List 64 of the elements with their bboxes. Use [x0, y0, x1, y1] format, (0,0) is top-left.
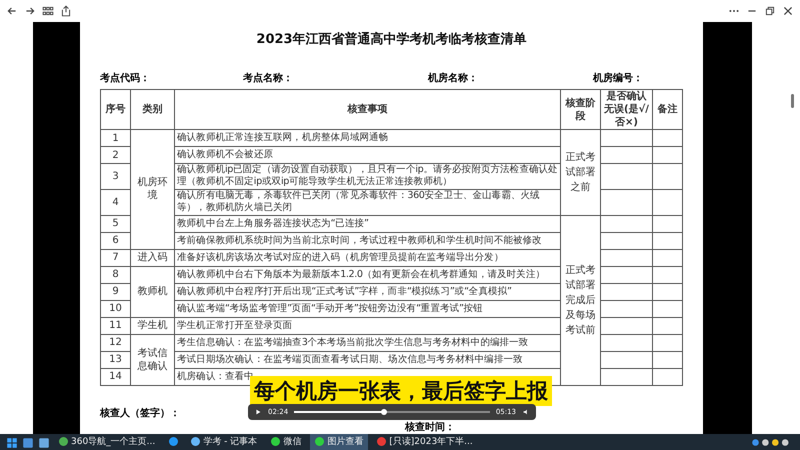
taskbar-app[interactable]: 图片查看: [310, 434, 368, 450]
time-label: 核查时间：: [405, 420, 455, 434]
table-cell: 10: [100, 300, 130, 318]
table-cell: 考试信息确认: [130, 334, 174, 386]
column-header: 核查事项: [174, 90, 560, 130]
back-icon[interactable]: [6, 5, 18, 17]
forward-icon[interactable]: [24, 5, 36, 17]
restore-icon[interactable]: [764, 5, 776, 17]
column-header: 备注: [652, 90, 682, 130]
form-label: 考点名称：: [243, 72, 294, 85]
document-title: 2023年江西省普通高中学考机考临考核查清单: [256, 30, 527, 48]
table-cell: 8: [100, 266, 130, 284]
table-cell: 确认教师机中台程序打开后出现“正式考试”字样，而非“模拟练习”或“全真模拟”: [174, 283, 560, 300]
column-header: 核查阶段: [560, 90, 600, 130]
start-icon[interactable]: [6, 436, 18, 449]
table-cell: 正式考试部署完成后及每场考试前: [560, 215, 600, 386]
table-cell: 1: [100, 130, 130, 146]
taskbar-app[interactable]: [只读]2023年下半...: [372, 434, 478, 450]
taskbar-app[interactable]: 学考 - 记事本: [186, 434, 262, 450]
export-icon[interactable]: [60, 5, 72, 17]
grid-icon[interactable]: [42, 5, 54, 17]
table-cell: 2: [100, 146, 130, 164]
table-cell: 学生机正常打开至登录页面: [174, 317, 560, 334]
close-icon[interactable]: [782, 5, 794, 17]
table-cell: 6: [100, 232, 130, 250]
play-icon[interactable]: [254, 408, 262, 416]
table-cell: 确认教师机ip已固定（请勿设置自动获取），且只有一个ip。请务必按附页方法检查确认处理（教师机不固定ip或双ip可能导致学生机无法正常连接教师机）: [174, 164, 560, 190]
column-header: 序号: [100, 90, 130, 130]
table-cell: 11: [100, 317, 130, 334]
taskbar-app[interactable]: 360导航_一个主页...: [54, 434, 160, 450]
column-header: 类别: [130, 90, 174, 130]
table-cell: 13: [100, 351, 130, 368]
table-cell: 确认所有电脑无毒，杀毒软件已关闭（常见杀毒软件：360安全卫士、金山毒霸、火绒等），教师机防火墙已关闭: [174, 189, 560, 216]
table-cell: 7: [100, 249, 130, 266]
table-cell: 考试日期场次确认：在监考端页面查看考试日期、场次信息与考务材料中编排一致: [174, 351, 560, 368]
table-cell: 12: [100, 334, 130, 352]
table-cell: 教师机: [130, 266, 174, 318]
table-cell: 准备好该机房该场次考试对应的进入码（机房管理员提前在监考端导出分发）: [174, 249, 560, 266]
table-cell: 5: [100, 215, 130, 232]
form-label: 机房名称：: [428, 71, 479, 85]
table-cell: 正式考试部署之前: [560, 130, 600, 216]
table-cell: 学生机: [130, 317, 174, 334]
table-cell: 教师机中台左上角服务器连接状态为“已连接”: [174, 215, 560, 232]
table-cell: 14: [100, 368, 130, 386]
table-cell: 确认监考端“考场监考管理”页面“手动开考”按钮旁边没有“重置考试”按钮: [174, 300, 560, 318]
taskbar-app[interactable]: 微信: [266, 434, 306, 450]
form-label: 考点代码：: [100, 72, 151, 85]
table-cell: 3: [100, 164, 130, 190]
form-label: 机房编号：: [593, 71, 644, 85]
scrollbar-thumb[interactable]: [791, 94, 794, 108]
volume-icon[interactable]: [522, 408, 530, 416]
table-cell: 机房环境: [130, 130, 174, 250]
table-cell: 进入码: [130, 249, 174, 266]
table-cell: 考前确保教师机系统时间为当前北京时间，考试过程中教师机和学生机时间不能被修改: [174, 232, 560, 250]
table-cell: 确认教师机中台右下角版本为最新版本1.2.0（如有更新会在机考群通知，请及时关注）: [174, 266, 560, 284]
app-icon[interactable]: [38, 436, 50, 449]
column-header: 是否确认无误(是√/否×): [600, 90, 652, 130]
table-cell: 4: [100, 189, 130, 216]
table-cell: 9: [100, 283, 130, 300]
signature-label: 核查人（签字）：: [100, 406, 180, 420]
table-cell: 确认教师机正常连接互联网，机房整体局域网通畅: [174, 130, 560, 146]
table-cell: 确认教师机不会被还原: [174, 146, 560, 164]
table-cell: 考生信息确认：在监考端抽查3个本考场当前批次学生信息与考务材料中的编排一致: [174, 334, 560, 352]
app-icon[interactable]: [22, 436, 34, 449]
